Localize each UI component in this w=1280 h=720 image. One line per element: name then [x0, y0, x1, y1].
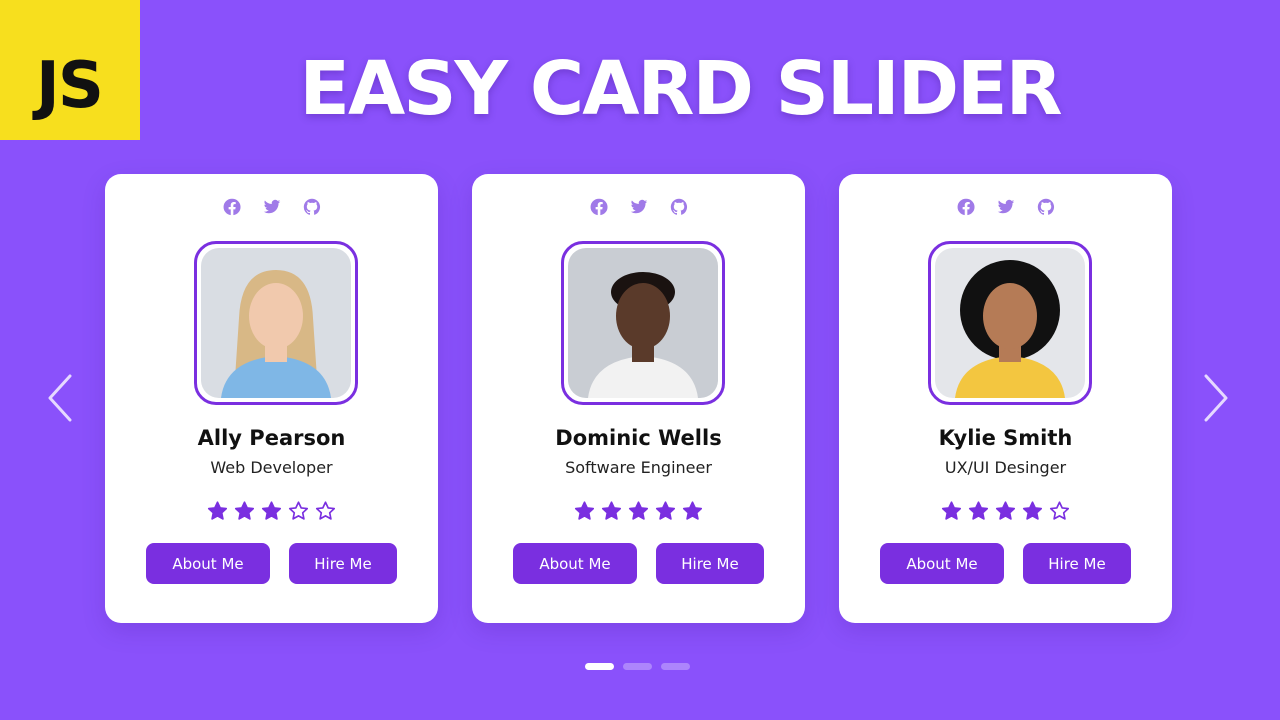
- star-rating: [839, 500, 1172, 522]
- github-icon: [303, 198, 320, 215]
- twitter-link[interactable]: [997, 198, 1015, 216]
- star-rating: [105, 500, 438, 522]
- chevron-right-icon: [1204, 374, 1228, 422]
- next-slide-button[interactable]: [1200, 372, 1230, 424]
- facebook-link[interactable]: [957, 198, 975, 216]
- star-filled-icon: [574, 501, 595, 520]
- avatar: [200, 248, 351, 398]
- twitter-icon: [263, 199, 280, 214]
- hire-me-button[interactable]: Hire Me: [289, 543, 397, 584]
- star-empty-icon: [315, 501, 336, 520]
- chevron-left-icon: [48, 374, 72, 422]
- star-filled-icon: [207, 501, 228, 520]
- facebook-link[interactable]: [590, 198, 608, 216]
- github-link[interactable]: [1037, 198, 1055, 216]
- avatar-frame: [560, 241, 725, 405]
- profile-photo: [200, 248, 351, 398]
- twitter-icon: [997, 199, 1014, 214]
- prev-slide-button[interactable]: [46, 372, 76, 424]
- star-filled-icon: [968, 501, 989, 520]
- profile-card: Kylie Smith UX/UI Desinger About Me Hire…: [839, 174, 1172, 623]
- profile-card: Ally Pearson Web Developer About Me Hire…: [105, 174, 438, 623]
- star-rating: [472, 500, 805, 522]
- hire-me-button[interactable]: Hire Me: [656, 543, 764, 584]
- star-filled-icon: [941, 501, 962, 520]
- github-icon: [1037, 198, 1054, 215]
- star-filled-icon: [628, 501, 649, 520]
- profile-photo: [934, 248, 1085, 398]
- social-links: [839, 198, 1172, 216]
- twitter-icon: [630, 199, 647, 214]
- about-me-button[interactable]: About Me: [513, 543, 637, 584]
- github-link[interactable]: [303, 198, 321, 216]
- profile-name: Ally Pearson: [197, 426, 346, 450]
- about-me-button[interactable]: About Me: [146, 543, 270, 584]
- pagination-dot[interactable]: [585, 663, 614, 670]
- hire-me-button[interactable]: Hire Me: [1023, 543, 1131, 584]
- star-filled-icon: [655, 501, 676, 520]
- pagination-dot[interactable]: [623, 663, 652, 670]
- social-links: [105, 198, 438, 216]
- avatar-frame: [193, 241, 358, 405]
- star-empty-icon: [288, 501, 309, 520]
- facebook-link[interactable]: [223, 198, 241, 216]
- slider-pagination: [585, 663, 690, 670]
- star-filled-icon: [682, 501, 703, 520]
- profile-name: Kylie Smith: [938, 426, 1073, 450]
- avatar: [567, 248, 718, 398]
- profile-card: Dominic Wells Software Engineer About Me…: [472, 174, 805, 623]
- about-me-button[interactable]: About Me: [880, 543, 1004, 584]
- avatar: [934, 248, 1085, 398]
- profile-role: UX/UI Desinger: [944, 458, 1067, 477]
- twitter-link[interactable]: [263, 198, 281, 216]
- star-filled-icon: [1022, 501, 1043, 520]
- github-link[interactable]: [670, 198, 688, 216]
- star-filled-icon: [234, 501, 255, 520]
- star-filled-icon: [995, 501, 1016, 520]
- facebook-icon: [957, 198, 975, 216]
- twitter-link[interactable]: [630, 198, 648, 216]
- profile-name: Dominic Wells: [555, 426, 722, 450]
- profile-role: Software Engineer: [565, 458, 712, 477]
- profile-role: Web Developer: [210, 458, 333, 477]
- avatar-frame: [927, 241, 1092, 405]
- facebook-icon: [223, 198, 241, 216]
- social-links: [472, 198, 805, 216]
- star-filled-icon: [601, 501, 622, 520]
- facebook-icon: [590, 198, 608, 216]
- star-filled-icon: [261, 501, 282, 520]
- star-empty-icon: [1049, 501, 1070, 520]
- pagination-dot[interactable]: [661, 663, 690, 670]
- github-icon: [670, 198, 687, 215]
- page-title: EASY CARD SLIDER: [299, 46, 1062, 132]
- profile-photo: [567, 248, 718, 398]
